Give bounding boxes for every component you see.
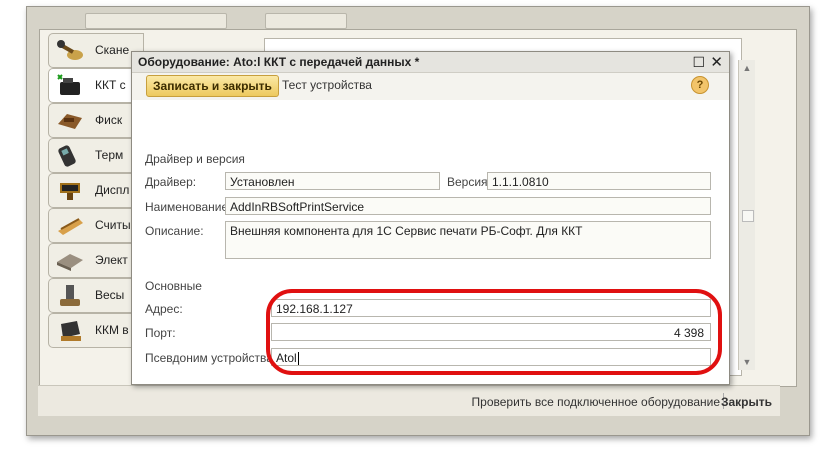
display-icon: [60, 183, 80, 200]
side-item-label: Считы: [95, 218, 131, 232]
main-group-title: Основные: [145, 279, 202, 293]
top-tab[interactable]: [85, 13, 227, 29]
red-highlight-outline: [266, 289, 722, 375]
scroll-up-icon[interactable]: ▲: [739, 60, 755, 76]
driver-field: Установлен: [225, 172, 440, 190]
side-item-electronic-scales[interactable]: Элект: [48, 243, 144, 278]
scales-icon: [60, 285, 80, 306]
port-label: Порт:: [145, 326, 176, 340]
version-field: 1.1.1.0810: [487, 172, 711, 190]
side-item-displays[interactable]: Диспл: [48, 173, 144, 208]
close-icon[interactable]: ✕: [710, 53, 723, 71]
side-item-label: Скане: [95, 43, 130, 57]
side-item-kkt[interactable]: ККТ с: [48, 68, 144, 103]
help-icon[interactable]: ?: [691, 76, 709, 94]
test-device-button[interactable]: Тест устройства: [282, 78, 372, 92]
name-field: AddInRBSoftPrintService: [225, 197, 711, 215]
address-label: Адрес:: [145, 302, 183, 316]
dialog-titlebar: Оборудование: Ato:l ККТ с передачей данн…: [132, 52, 729, 73]
scroll-thumb[interactable]: [742, 210, 754, 222]
side-item-label: Диспл: [95, 183, 130, 197]
description-field: Внешняя компонента для 1С Сервис печати …: [225, 221, 711, 259]
close-button[interactable]: Закрыть: [721, 395, 772, 409]
scroll-down-icon[interactable]: ▼: [739, 354, 755, 370]
name-label: Наименование:: [145, 200, 232, 214]
side-item-label: ККТ с: [95, 78, 126, 92]
side-item-label: Весы: [95, 288, 125, 302]
side-item-label: Элект: [95, 253, 128, 267]
scanner-icon: [57, 40, 83, 60]
side-item-scales[interactable]: Весы: [48, 278, 144, 313]
scrollbar[interactable]: ▲ ▼: [738, 60, 755, 370]
kkt-icon: [57, 74, 80, 95]
side-item-readers[interactable]: Считы: [48, 208, 144, 243]
driver-label: Драйвер:: [145, 175, 197, 189]
dialog-title: Оборудование: Ato:l ККТ с передачей данн…: [138, 55, 420, 69]
side-item-fiscal[interactable]: Фиск: [48, 103, 144, 138]
side-item-label: Терм: [95, 148, 124, 162]
save-and-close-button[interactable]: Записать и закрыть: [146, 75, 279, 97]
card-reader-icon: [58, 218, 83, 235]
maximize-icon[interactable]: ☐: [692, 54, 705, 71]
check-all-equipment-link[interactable]: Проверить все подключенное оборудование: [472, 395, 720, 409]
side-item-label: ККМ в: [95, 323, 129, 337]
side-item-scanners[interactable]: Скане: [48, 33, 144, 68]
dialog-toolbar: Записать и закрыть Тест устройства ?: [132, 73, 729, 99]
version-label: Версия:: [447, 175, 491, 189]
top-tab[interactable]: [265, 13, 347, 29]
alias-label: Псевдоним устройства:: [145, 351, 277, 365]
cash-register-icon: [61, 321, 81, 341]
scales-flat-icon: [57, 254, 83, 271]
description-label: Описание:: [145, 224, 204, 238]
main-bottom-bar: Проверить все подключенное оборудование …: [38, 385, 780, 416]
side-item-label: Фиск: [95, 113, 123, 127]
terminal-icon: [58, 145, 76, 167]
side-item-terminals[interactable]: Терм: [48, 138, 144, 173]
fiscal-registrar-icon: [58, 114, 82, 129]
driver-group-title: Драйвер и версия: [145, 152, 245, 166]
side-item-kkm[interactable]: ККМ в: [48, 313, 144, 348]
